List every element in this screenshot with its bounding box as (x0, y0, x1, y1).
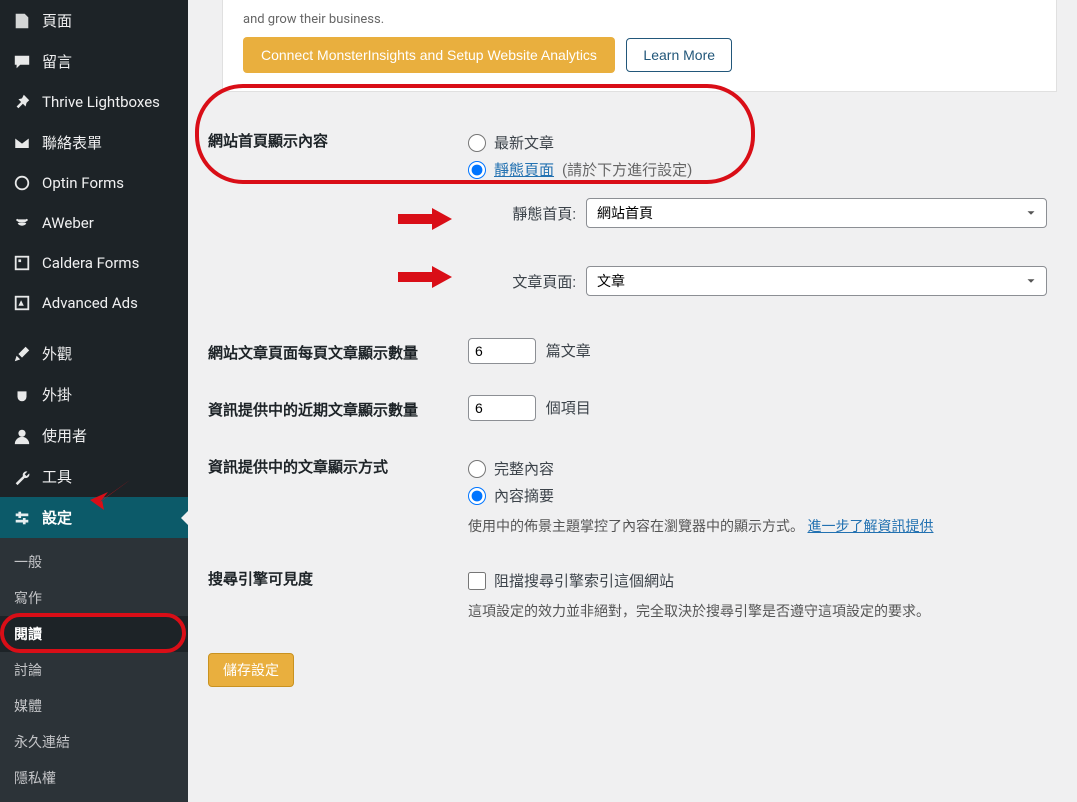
sidebar-item-ads[interactable]: Advanced Ads (0, 283, 188, 323)
static-home-label: 靜態首頁: (486, 203, 576, 224)
pin-icon (12, 92, 32, 112)
feed-items-label: 資訊提供中的近期文章顯示數量 (208, 381, 458, 438)
banner-text: and grow their business. (243, 12, 1036, 27)
user-icon (12, 426, 32, 446)
radio-full-label: 完整內容 (494, 458, 554, 479)
settings-submenu: 一般 寫作 閱讀 討論 媒體 永久連結 隱私權 (0, 538, 188, 802)
feed-content-label: 資訊提供中的文章顯示方式 (208, 438, 458, 550)
save-settings-button[interactable]: 儲存設定 (208, 653, 294, 687)
block-search-checkbox[interactable] (468, 572, 486, 590)
posts-page-label: 文章頁面: (486, 271, 576, 292)
feed-items-unit: 個項目 (546, 399, 591, 417)
learn-more-button[interactable]: Learn More (626, 38, 732, 72)
sidebar-item-label: 外觀 (42, 343, 72, 364)
submenu-general[interactable]: 一般 (0, 544, 188, 580)
brush-icon (12, 344, 32, 364)
sidebar-item-appearance[interactable]: 外觀 (0, 333, 188, 374)
admin-sidebar: 頁面 留言 Thrive Lightboxes 聯絡表單 Optin Forms… (0, 0, 188, 784)
radio-excerpt[interactable] (468, 487, 486, 505)
radio-latest-label: 最新文章 (494, 132, 554, 153)
submenu-reading[interactable]: 閱讀 (0, 616, 188, 652)
sidebar-item-caldera[interactable]: Caldera Forms (0, 243, 188, 283)
seo-visibility-label: 搜尋引擎可見度 (208, 550, 458, 635)
sidebar-item-label: 外掛 (42, 384, 72, 405)
sidebar-item-tools[interactable]: 工具 (0, 456, 188, 497)
sidebar-item-label: Optin Forms (42, 174, 124, 192)
sidebar-item-label: 使用者 (42, 425, 87, 446)
main-content: and grow their business. Connect Monster… (188, 0, 1077, 784)
sidebar-item-label: 設定 (42, 507, 72, 528)
form-icon (12, 253, 32, 273)
monsterinsights-banner: and grow their business. Connect Monster… (222, 0, 1057, 92)
submenu-media[interactable]: 媒體 (0, 688, 188, 724)
sidebar-item-label: 頁面 (42, 10, 72, 31)
circle-icon (12, 173, 32, 193)
static-page-hint: (請於下方進行設定) (562, 159, 692, 180)
static-home-select[interactable]: 網站首頁 (586, 198, 1047, 228)
radio-full-content[interactable] (468, 460, 486, 478)
radio-latest-posts[interactable] (468, 134, 486, 152)
sidebar-item-label: 工具 (42, 466, 72, 487)
settings-icon (12, 508, 32, 528)
radio-excerpt-label: 內容摘要 (494, 485, 554, 506)
mail-icon (12, 133, 32, 153)
sidebar-item-plugins[interactable]: 外掛 (0, 374, 188, 415)
block-search-label: 阻擋搜尋引擎索引這個網站 (494, 570, 674, 591)
posts-page-select[interactable]: 文章 (586, 266, 1047, 296)
radio-static-page[interactable] (468, 161, 486, 179)
feed-items-input[interactable] (468, 395, 536, 421)
submenu-writing[interactable]: 寫作 (0, 580, 188, 616)
wrench-icon (12, 467, 32, 487)
broadcast-icon (12, 213, 32, 233)
seo-desc: 這項設定的效力並非絕對，完全取決於搜尋引擎是否遵守這項設定的要求。 (468, 601, 1047, 621)
sidebar-item-optin[interactable]: Optin Forms (0, 163, 188, 203)
comments-icon (12, 52, 32, 72)
sidebar-item-label: Advanced Ads (42, 294, 138, 312)
posts-per-page-unit: 篇文章 (546, 342, 591, 360)
sidebar-item-label: 留言 (42, 51, 72, 72)
sidebar-item-users[interactable]: 使用者 (0, 415, 188, 456)
plugin-icon (12, 385, 32, 405)
submenu-privacy[interactable]: 隱私權 (0, 760, 188, 796)
submenu-discussion[interactable]: 討論 (0, 652, 188, 688)
sidebar-item-pages[interactable]: 頁面 (0, 0, 188, 41)
sidebar-item-comments[interactable]: 留言 (0, 41, 188, 82)
settings-form: 網站首頁顯示內容 最新文章 靜態頁面 (請於下方進行設定) 靜態首頁: 網站首頁 (208, 112, 1057, 635)
posts-per-page-label: 網站文章頁面每頁文章顯示數量 (208, 324, 458, 381)
sidebar-item-label: 聯絡表單 (42, 132, 102, 153)
submenu-permalinks[interactable]: 永久連結 (0, 724, 188, 760)
posts-per-page-input[interactable] (468, 338, 536, 364)
sidebar-item-settings[interactable]: 設定 (0, 497, 188, 538)
megaphone-icon (12, 293, 32, 313)
sidebar-item-label: AWeber (42, 214, 94, 232)
feed-desc-text: 使用中的佈景主題掌控了內容在瀏覽器中的顯示方式。 (468, 519, 804, 535)
sidebar-item-contact[interactable]: 聯絡表單 (0, 122, 188, 163)
connect-monsterinsights-button[interactable]: Connect MonsterInsights and Setup Websit… (243, 37, 615, 73)
sidebar-item-label: Thrive Lightboxes (42, 93, 160, 111)
page-icon (12, 11, 32, 31)
static-page-link[interactable]: 靜態頁面 (494, 159, 554, 180)
sidebar-item-aweber[interactable]: AWeber (0, 203, 188, 243)
sidebar-item-thrive[interactable]: Thrive Lightboxes (0, 82, 188, 122)
homepage-display-label: 網站首頁顯示內容 (208, 112, 458, 324)
feed-desc-link[interactable]: 進一步了解資訊提供 (807, 519, 933, 535)
sidebar-item-label: Caldera Forms (42, 254, 139, 272)
